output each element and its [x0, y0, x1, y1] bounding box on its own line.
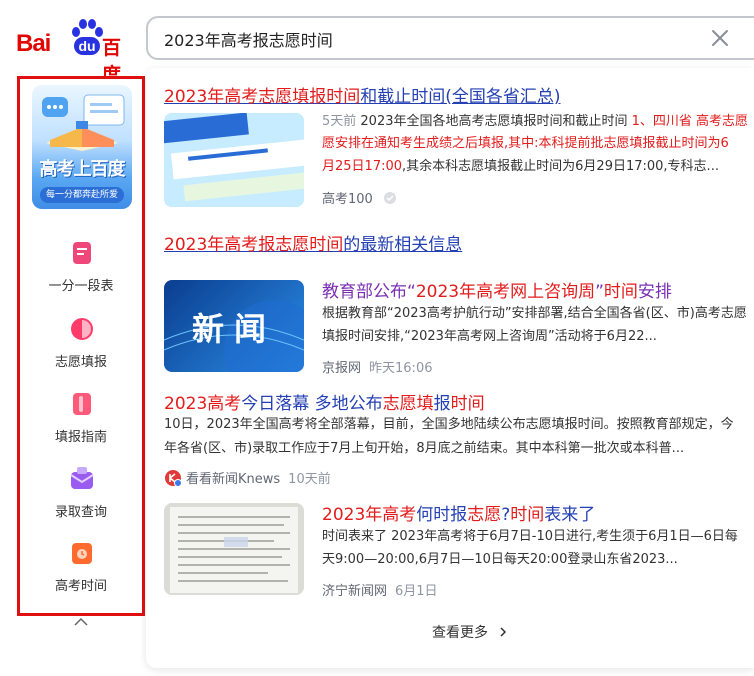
news-thumbnail[interactable] [164, 503, 304, 595]
calendar-icon [72, 543, 92, 564]
results-panel: 2023年高考志愿填报时间和截止时间(全国各省汇总) 5天前 2023年全国各地… [146, 68, 754, 668]
volunteer-fill-icon [71, 318, 93, 340]
banner-title: 高考上百度 [39, 159, 126, 180]
logo-text-latin: Bai [16, 30, 51, 57]
news-source[interactable]: 济宁新闻网 6月1日 [322, 580, 438, 599]
sidebar-item-guide[interactable]: 填报指南 [20, 390, 142, 450]
news-thumbnail[interactable]: 新闻 [164, 280, 304, 372]
sidebar-item-label: 高考时间 [54, 579, 107, 594]
clear-icon[interactable] [709, 27, 731, 49]
view-more-button[interactable]: 查看更多 [432, 622, 508, 642]
document-photo-image [164, 503, 304, 595]
guide-book-icon [73, 393, 91, 415]
news-abstract-line: 10日，2023年全国高考将全部落幕，目前，全国多地陆续公布志愿填报时间。按照教… [164, 417, 734, 432]
sidebar-item-exam-time[interactable]: 高考时间 [20, 539, 142, 599]
result-source[interactable]: 高考100 [322, 188, 397, 207]
news-source[interactable]: 京报网 昨天16:06 [322, 357, 432, 376]
news-source[interactable]: 看看新闻Knews 10天前 [164, 468, 331, 487]
news-title[interactable]: 2023高考今日落幕 多地公布志愿填报时间 [164, 389, 485, 414]
news-abstract-line: 填报时间安排,“2023年高考网上咨询周”活动将于6月22... [322, 329, 657, 344]
news-thumbnail-text: 新闻 [191, 310, 276, 348]
news-abstract-line: 根据教育部“2023高考护航行动”安排部署,结合全国各省(区、市)高考志愿 [322, 306, 747, 321]
search-input[interactable] [162, 26, 686, 52]
gaokao-sidebar: 高考上百度 每一分都奔赴所爱 一分一段表 志愿填报 填报指南 录取查询 高考时间 [17, 76, 145, 616]
banner-subtitle: 每一分都奔赴所爱 [40, 187, 124, 203]
logo-text-du: du [74, 37, 100, 55]
thumbnail-image [164, 113, 304, 207]
news-title[interactable]: 2023年高考何时报志愿?时间表来了 [322, 500, 595, 525]
news-title[interactable]: 教育部公布“2023年高考网上咨询周”时间安排 [322, 277, 672, 302]
result-thumbnail[interactable] [164, 113, 304, 207]
result-abstract-line: 月25日17:00,其余本科志愿填报截止时间为6月29日17:00,专科志... [322, 159, 719, 174]
result-abstract-line: 愿安排在通知考生成绩之后填报,其中:本科提前批志愿填报截止时间为6 [322, 136, 729, 151]
shield-icon [383, 192, 396, 204]
baidu-logo[interactable]: Bai du 百度 [14, 18, 132, 86]
sidebar-item-label: 一分一段表 [48, 279, 114, 294]
sidebar-item-volunteer-fill[interactable]: 志愿填报 [20, 315, 142, 375]
gaokao-banner[interactable]: 高考上百度 每一分都奔赴所爱 [32, 85, 132, 209]
knews-logo-icon [165, 470, 182, 487]
chevron-right-icon [500, 627, 507, 637]
sidebar-item-label: 录取查询 [54, 505, 107, 520]
score-table-icon [73, 242, 91, 264]
sidebar-item-admission-query[interactable]: 录取查询 [20, 465, 142, 525]
news-abstract-line: 天9:00—20:00,6月7日—10日每天20:00登录山东省2023... [322, 552, 678, 567]
news-abstract-line: 年各省(区、市)录取工作应于7月上旬开始，8月底之前结束。其中本科第一批次或本科… [164, 441, 685, 456]
search-box [146, 16, 754, 60]
chevron-up-icon[interactable] [72, 616, 90, 628]
result-abstract-line: 5天前 2023年全国各地高考志愿填报时间和截止时间 1、四川省 高考志愿 [322, 114, 749, 129]
news-section-heading[interactable]: 2023年高考报志愿时间的最新相关信息 [164, 230, 462, 255]
result-title[interactable]: 2023年高考志愿填报时间和截止时间(全国各省汇总) [164, 82, 561, 107]
books-illustration-icon [42, 94, 125, 151]
sidebar-item-label: 填报指南 [54, 430, 107, 445]
news-abstract-line: 时间表来了 2023年高考将于6月7日-10日进行,考生须于6月1日—6日每 [322, 529, 738, 544]
envelope-icon [70, 467, 94, 489]
sidebar-item-label: 志愿填报 [54, 355, 107, 370]
sidebar-item-score-table[interactable]: 一分一段表 [20, 239, 142, 299]
